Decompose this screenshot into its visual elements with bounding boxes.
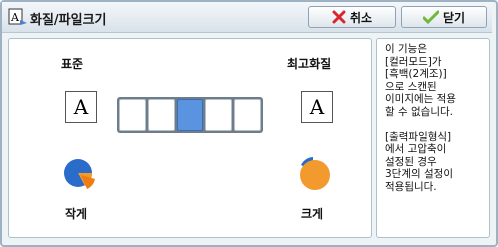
image-quality-icon: A [8, 8, 27, 25]
standard-label: 표준 [61, 57, 84, 71]
large-label: 크게 [301, 207, 324, 221]
small-label: 작게 [65, 207, 88, 221]
svg-text:A: A [10, 11, 20, 24]
cancel-label: 취소 [349, 10, 373, 25]
checkmark-icon [422, 10, 439, 24]
high-quality-icon: A [301, 91, 333, 123]
quality-level-1[interactable] [119, 99, 146, 131]
dialog-title: 화질/파일크기 [30, 13, 107, 28]
quality-level-5[interactable] [234, 99, 261, 131]
quality-level-2[interactable] [147, 99, 175, 131]
cancel-icon [332, 10, 346, 24]
small-file-pie-icon [64, 159, 95, 189]
quality-level-4[interactable] [205, 99, 233, 131]
close-button[interactable]: 닫기 [401, 6, 487, 28]
quality-panel: 표준 최고화질 A A 작게 크게 [8, 38, 372, 238]
large-file-pie-icon [300, 157, 330, 190]
cancel-button[interactable]: 취소 [308, 6, 396, 28]
title-bar: A 화질/파일크기 취소 닫기 [2, 2, 492, 33]
highest-quality-label: 최고화질 [287, 57, 332, 71]
close-label: 닫기 [442, 10, 466, 25]
info-text: 이 기능은 [컬러모드]가 [흑백(2계조)] 으로 스캔된 이미지에는 적용 … [385, 43, 456, 193]
standard-quality-icon: A [65, 91, 97, 123]
info-panel: 이 기능은 [컬러모드]가 [흑백(2계조)] 으로 스캔된 이미지에는 적용 … [376, 38, 490, 238]
quality-slider[interactable] [117, 97, 263, 133]
quality-level-3[interactable] [176, 99, 204, 131]
